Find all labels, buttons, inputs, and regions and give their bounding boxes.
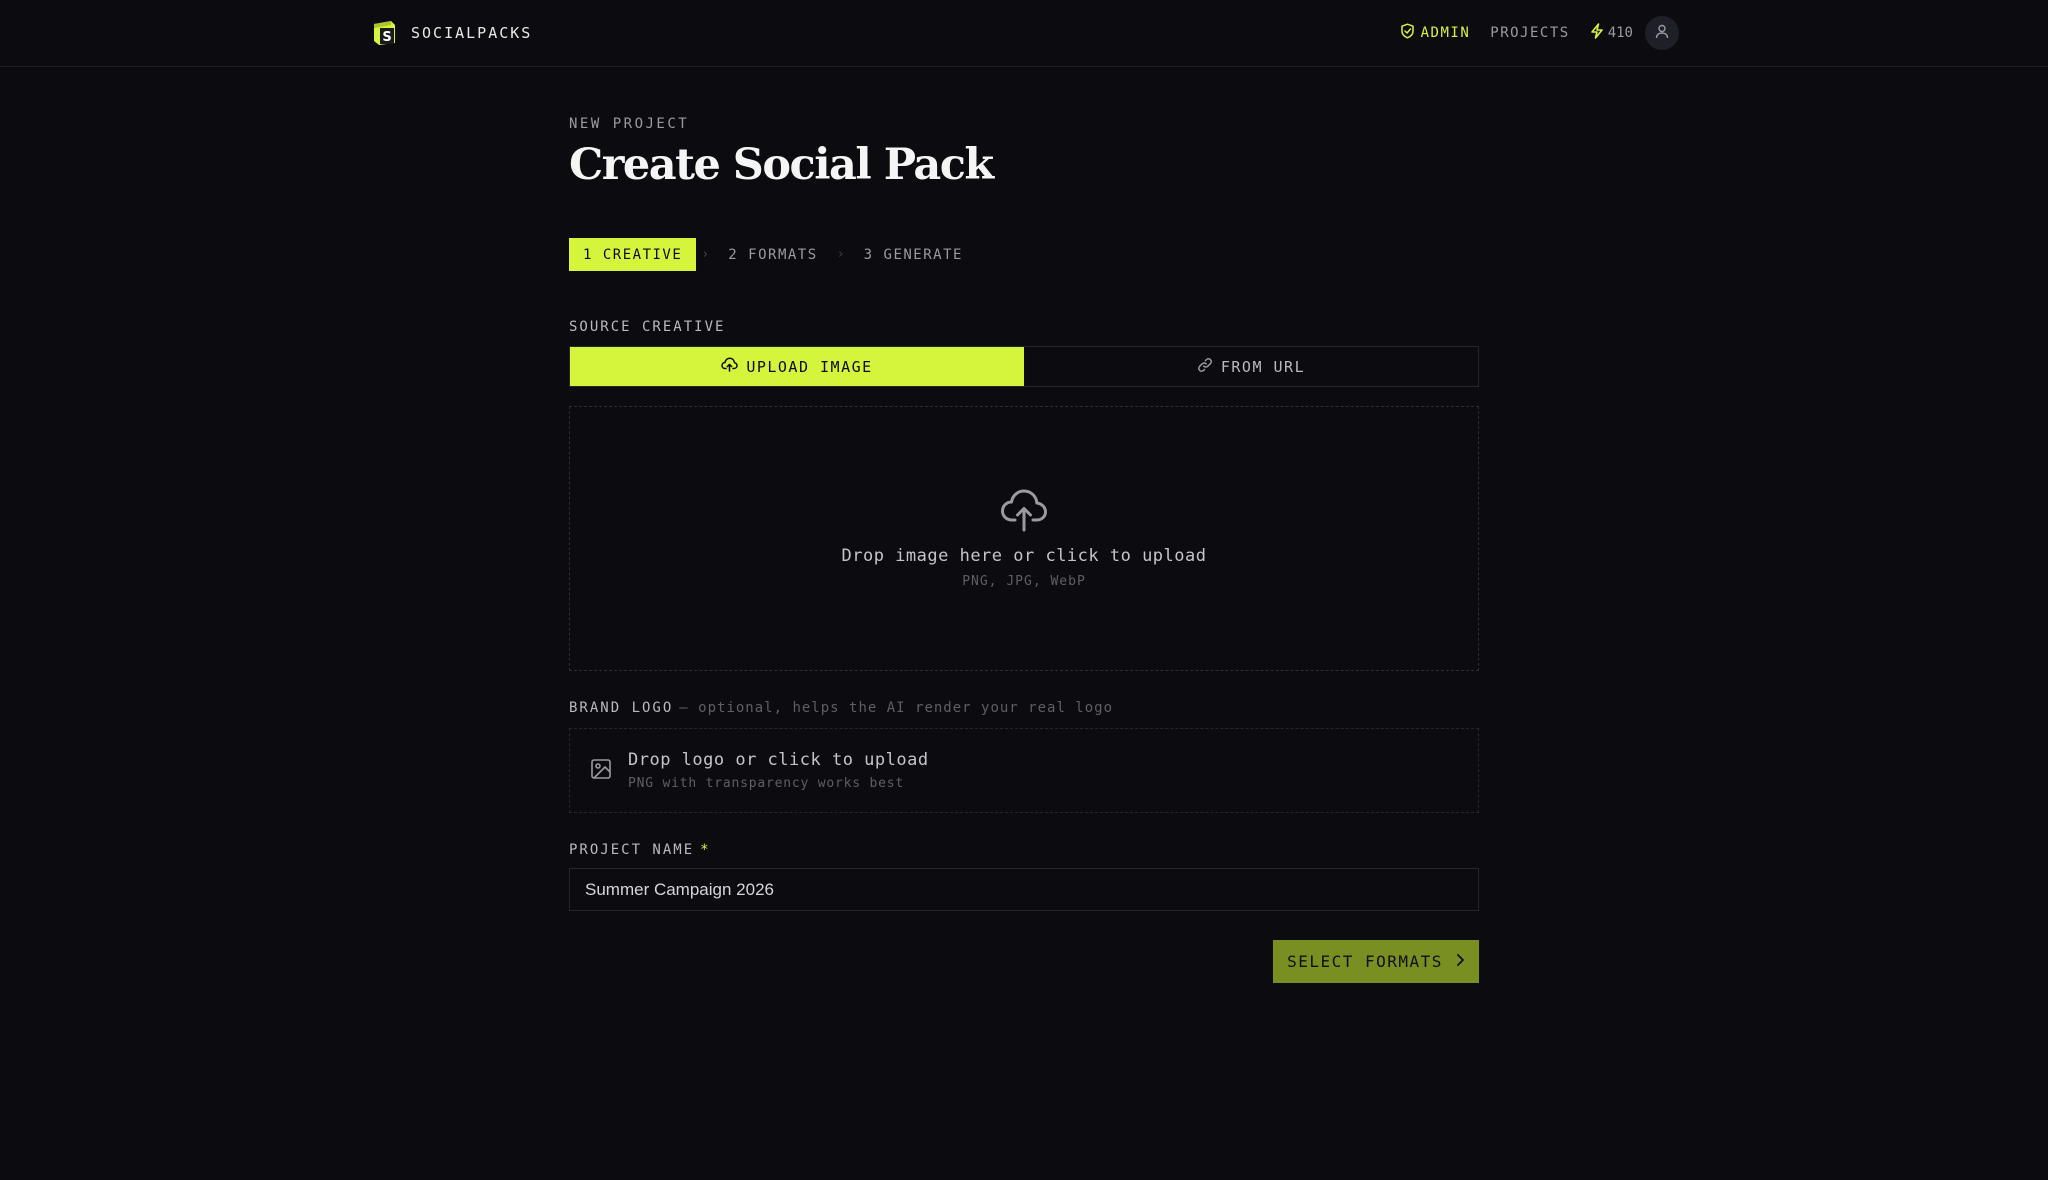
source-creative-label: SOURCE CREATIVE — [569, 319, 726, 335]
select-formats-button[interactable]: SELECT FORMATS — [1273, 940, 1479, 983]
top-bar: S SOCIALPACKS ADMIN PROJECTS 410 — [0, 0, 2048, 67]
step-formats[interactable]: 2 FORMATS — [714, 238, 831, 271]
link-icon — [1197, 357, 1213, 377]
tab-from-url-label: FROM URL — [1220, 357, 1306, 376]
project-name-input[interactable] — [569, 868, 1479, 911]
project-name-label: PROJECT NAME * — [569, 842, 711, 858]
brand-logo-label-text: BRAND LOGO — [569, 700, 674, 716]
brand-logo-hint: — optional, helps the AI render your rea… — [679, 700, 1114, 716]
image-dropzone[interactable]: Drop image here or click to upload PNG, … — [569, 406, 1479, 671]
tab-upload-image-label: UPLOAD IMAGE — [746, 357, 873, 376]
shield-icon — [1400, 23, 1415, 43]
brand-logo-label: BRAND LOGO — optional, helps the AI rende… — [569, 700, 1113, 716]
socialpacks-logo-icon: S — [371, 19, 399, 47]
chevron-right-icon: › — [701, 247, 710, 262]
stepper: 1 CREATIVE › 2 FORMATS › 3 GENERATE — [569, 238, 977, 271]
chevron-right-icon — [1455, 952, 1465, 971]
select-formats-label: SELECT FORMATS — [1287, 952, 1443, 971]
brand-name: SOCIALPACKS — [411, 24, 533, 42]
cloud-upload-icon — [721, 357, 739, 376]
brand[interactable]: S SOCIALPACKS — [371, 18, 532, 48]
project-name-label-text: PROJECT NAME — [569, 842, 695, 858]
svg-text:S: S — [382, 30, 391, 45]
logo-dropzone-title: Drop logo or click to upload — [628, 750, 929, 770]
logo-dropzone-subtitle: PNG with transparency works best — [628, 776, 905, 791]
required-mark: * — [700, 842, 711, 858]
dropzone-title: Drop image here or click to upload — [841, 546, 1207, 566]
user-avatar-button[interactable] — [1645, 16, 1679, 50]
admin-label: ADMIN — [1420, 25, 1471, 41]
logo-dropzone-text: Drop logo or click to upload PNG with tr… — [628, 750, 929, 791]
step-creative[interactable]: 1 CREATIVE — [569, 238, 697, 271]
source-tabs: UPLOAD IMAGE FROM URL — [569, 346, 1479, 387]
step-generate[interactable]: 3 GENERATE — [850, 238, 977, 271]
cloud-upload-icon — [1000, 488, 1048, 536]
credits-value: 410 — [1607, 25, 1633, 41]
top-nav: ADMIN PROJECTS 410 — [1400, 16, 1679, 50]
tab-upload-image[interactable]: UPLOAD IMAGE — [570, 347, 1024, 386]
admin-link[interactable]: ADMIN — [1400, 23, 1471, 43]
user-icon — [1655, 24, 1669, 43]
dropzone-formats: PNG, JPG, WebP — [962, 574, 1086, 589]
chevron-right-icon: › — [836, 247, 845, 262]
logo-dropzone[interactable]: Drop logo or click to upload PNG with tr… — [569, 728, 1479, 813]
image-icon — [590, 758, 612, 784]
page-title: Create Social Pack — [569, 140, 994, 190]
projects-link[interactable]: PROJECTS — [1490, 25, 1569, 41]
tab-from-url[interactable]: FROM URL — [1024, 347, 1478, 386]
lightning-icon — [1590, 23, 1604, 43]
page-eyebrow: NEW PROJECT — [569, 116, 690, 132]
credits-counter[interactable]: 410 — [1590, 23, 1633, 43]
